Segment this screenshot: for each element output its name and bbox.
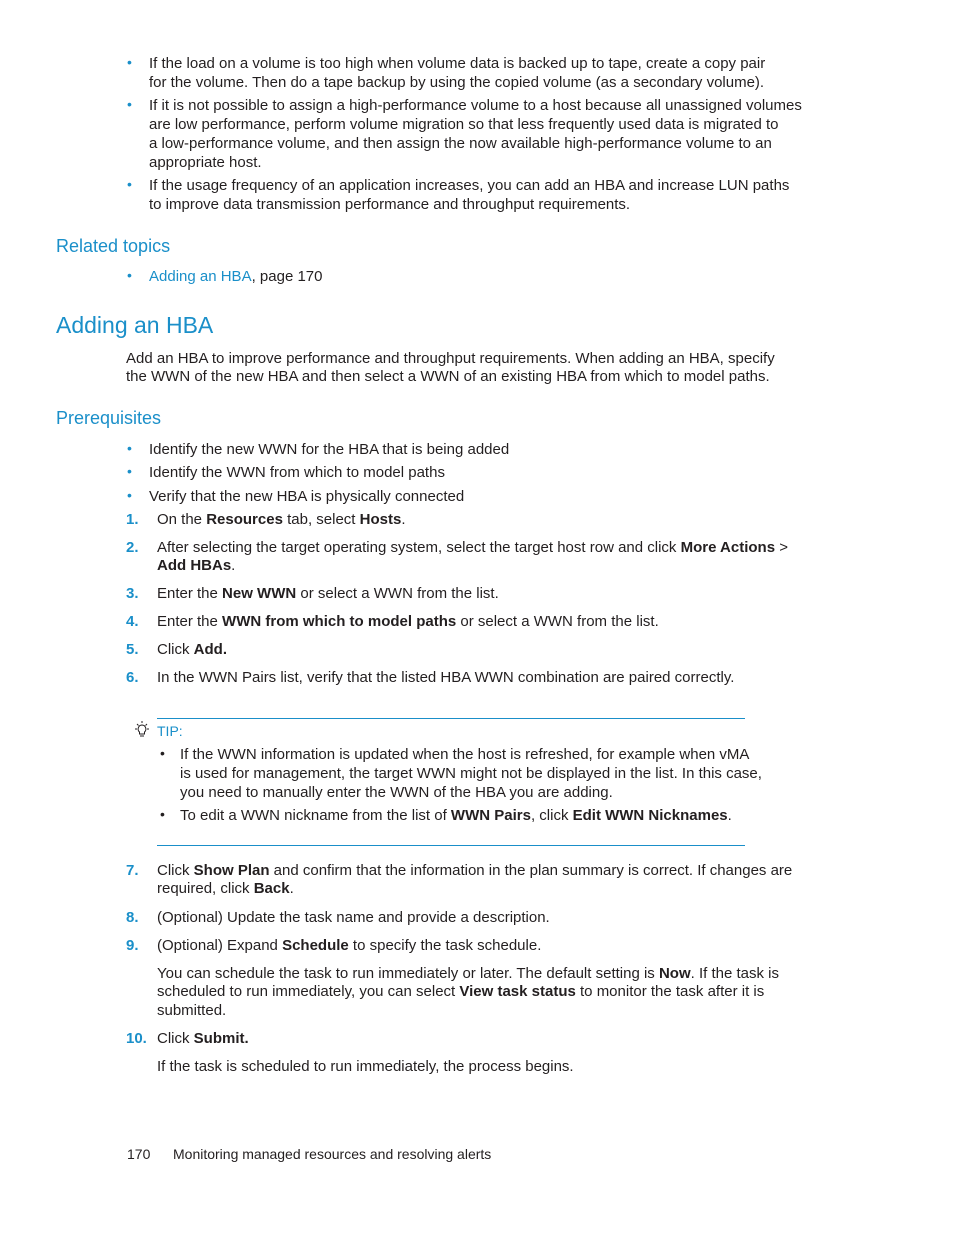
bullet-icon: •: [127, 267, 132, 283]
prereq-item: Identify the new WWN for the HBA that is…: [149, 441, 510, 458]
prereq-item: Identify the WWN from which to model pat…: [149, 464, 445, 481]
chapter-title: Monitoring managed resources and resolvi…: [173, 1146, 492, 1162]
step-note: You can schedule the task to run immedia…: [157, 965, 780, 982]
step-number: 6.: [126, 669, 139, 686]
step-note: submitted.: [157, 1002, 227, 1019]
step-number: 8.: [126, 909, 139, 926]
bullet-text: to improve data transmission performance…: [149, 196, 631, 213]
bullet-text: are low performance, perform volume migr…: [149, 116, 779, 133]
step-number: 2.: [126, 539, 139, 556]
bullet-text: appropriate host.: [149, 154, 262, 171]
bullet-icon: •: [127, 440, 132, 456]
bullet-icon: •: [127, 176, 132, 192]
step-text: Enter the New WWN or select a WWN from t…: [157, 585, 499, 602]
related-topics-heading: Related topics: [56, 236, 171, 256]
bullet-text: If the usage frequency of an application…: [149, 177, 790, 194]
step-note: If the task is scheduled to run immediat…: [157, 1058, 574, 1075]
step-number: 5.: [126, 641, 139, 658]
bullet-text: If it is not possible to assign a high-p…: [149, 97, 802, 114]
section-intro: the WWN of the new HBA and then select a…: [126, 368, 770, 385]
tip-text: If the WWN information is updated when t…: [180, 746, 750, 763]
bullet-icon: •: [127, 487, 132, 503]
bullet-icon: •: [160, 745, 165, 761]
step-text: (Optional) Update the task name and prov…: [157, 909, 550, 926]
step-number: 1.: [126, 511, 139, 528]
step-text: After selecting the target operating sys…: [157, 539, 788, 556]
bullet-icon: •: [160, 806, 165, 822]
step-text: Click Submit.: [157, 1030, 249, 1047]
bullet-text: If the load on a volume is too high when…: [149, 55, 766, 72]
prerequisites-heading: Prerequisites: [56, 408, 162, 428]
step-text: On the Resources tab, select Hosts.: [157, 511, 406, 528]
step-number: 4.: [126, 613, 139, 630]
bullet-icon: •: [127, 54, 132, 70]
tip-top-rule: [157, 718, 745, 719]
section-title: Adding an HBA: [56, 312, 214, 338]
step-text: Enter the WWN from which to model paths …: [157, 613, 659, 630]
step-text: Click Add.: [157, 641, 227, 658]
tip-label: TIP:: [157, 723, 183, 739]
tip-text: is used for management, the target WWN m…: [180, 765, 762, 782]
step-number: 7.: [126, 862, 139, 879]
adding-an-hba-link[interactable]: Adding an HBA: [149, 268, 252, 285]
step-text: Add HBAs.: [157, 557, 236, 574]
tip-text: you need to manually enter the WWN of th…: [180, 784, 613, 801]
step-text: (Optional) Expand Schedule to specify th…: [157, 937, 542, 954]
step-text: In the WWN Pairs list, verify that the l…: [157, 669, 735, 686]
bullet-text: for the volume. Then do a tape backup by…: [149, 74, 765, 91]
bullet-text: a low-performance volume, and then assig…: [149, 135, 772, 152]
step-text: Click Show Plan and confirm that the inf…: [157, 862, 793, 879]
page-number: 170: [127, 1146, 151, 1162]
related-topic-item: Adding an HBA, page 170: [149, 267, 322, 286]
step-number: 3.: [126, 585, 139, 602]
tip-text: To edit a WWN nickname from the list of …: [180, 807, 732, 824]
step-number: 10.: [126, 1030, 147, 1047]
bullet-icon: •: [127, 463, 132, 479]
tip-bottom-rule: [157, 845, 745, 846]
step-text: required, click Back.: [157, 880, 294, 897]
page-reference: , page 170: [251, 268, 323, 285]
section-intro: Add an HBA to improve performance and th…: [126, 350, 775, 367]
prereq-item: Verify that the new HBA is physically co…: [149, 488, 465, 505]
step-number: 9.: [126, 937, 139, 954]
bullet-icon: •: [127, 96, 132, 112]
lightbulb-icon: [133, 720, 151, 744]
step-note: scheduled to run immediately, you can se…: [157, 983, 765, 1000]
